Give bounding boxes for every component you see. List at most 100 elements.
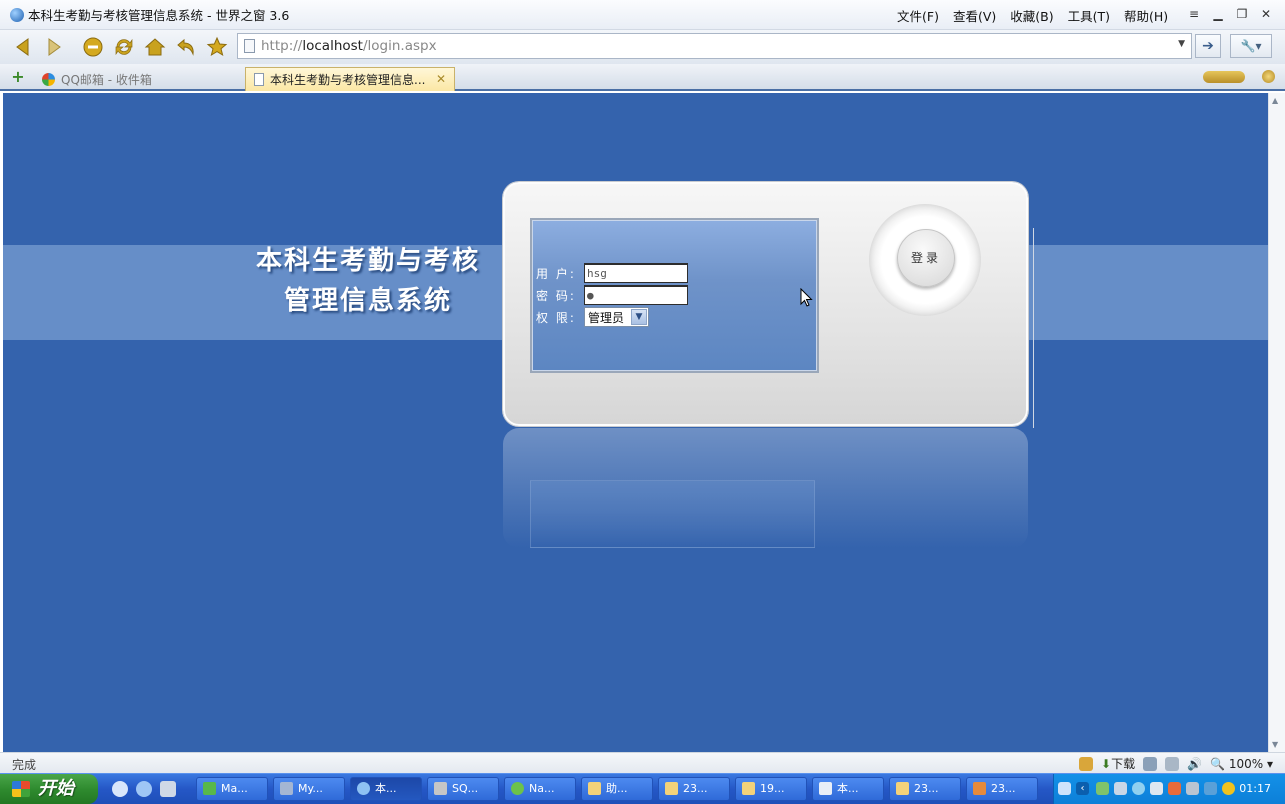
status-bar: 完成 ⬇下载 🔊 🔍 100% ▾ bbox=[0, 752, 1285, 773]
tray-app-icon[interactable] bbox=[1150, 782, 1163, 795]
tab-label: QQ邮箱 - 收件箱 bbox=[61, 72, 152, 87]
taskbar-item-2[interactable]: My... bbox=[273, 777, 345, 801]
tab-label: 本科生考勤与考核管理信息... bbox=[270, 73, 426, 87]
menu-bar: 文件(F) 查看(V) 收藏(B) 工具(T) 帮助(H) bbox=[897, 0, 1168, 30]
taskbar-item-10[interactable]: 23... bbox=[889, 777, 961, 801]
scroll-down-icon[interactable]: ▼ bbox=[1272, 740, 1278, 749]
clipboard-icon[interactable] bbox=[1143, 756, 1158, 771]
tray-app-icon[interactable] bbox=[1186, 782, 1199, 795]
menu-help[interactable]: 帮助(H) bbox=[1124, 6, 1168, 25]
minimize-icon[interactable]: ▁ bbox=[1211, 6, 1225, 22]
refresh-button[interactable] bbox=[113, 36, 135, 58]
menu-file[interactable]: 文件(F) bbox=[897, 6, 939, 25]
qq-icon[interactable] bbox=[1168, 782, 1181, 795]
system-title: 本科生考勤与考核 管理信息系统 bbox=[243, 241, 493, 321]
tray-plus-icon[interactable] bbox=[1222, 782, 1235, 795]
notes-icon[interactable] bbox=[1079, 756, 1094, 771]
keyboard-icon[interactable] bbox=[1058, 782, 1071, 795]
network-icon[interactable] bbox=[1096, 782, 1109, 795]
taskbar-item-11[interactable]: 23... bbox=[966, 777, 1038, 801]
menu-view[interactable]: 查看(V) bbox=[953, 6, 996, 25]
print-icon[interactable] bbox=[1165, 756, 1180, 771]
undo-close-button[interactable] bbox=[175, 36, 197, 58]
favorites-button[interactable] bbox=[206, 36, 228, 58]
tab-login-page[interactable]: 本科生考勤与考核管理信息... ✕ bbox=[245, 67, 455, 91]
undo-arrow-icon bbox=[177, 38, 194, 56]
status-text: 完成 bbox=[12, 758, 37, 772]
address-bar[interactable]: http://localhost/login.aspx ▼ bbox=[237, 33, 1192, 59]
download-button[interactable]: ⬇下载 bbox=[1101, 755, 1135, 772]
window-controls: ≡ ▁ ❐ ✕ bbox=[1187, 6, 1273, 22]
document-icon bbox=[819, 782, 832, 795]
quicklaunch-ie-icon[interactable] bbox=[112, 781, 128, 797]
tab-scroll-arrows-icon[interactable] bbox=[1203, 71, 1245, 83]
folder-icon bbox=[588, 782, 601, 795]
go-button[interactable]: ➔ bbox=[1195, 34, 1221, 58]
close-icon[interactable]: ✕ bbox=[1259, 6, 1273, 22]
tray-globe-icon[interactable] bbox=[1132, 782, 1145, 795]
zoom-control[interactable]: 🔍 100% ▾ bbox=[1210, 757, 1273, 771]
sound-icon[interactable]: 🔊 bbox=[1187, 757, 1202, 771]
browser-globe-icon bbox=[10, 7, 24, 22]
stop-button[interactable] bbox=[82, 36, 104, 58]
quicklaunch-app-icon[interactable] bbox=[160, 781, 176, 797]
user-label: 用 户: bbox=[536, 266, 576, 281]
chevron-down-icon[interactable]: ▼ bbox=[1178, 39, 1185, 49]
taskbar-item-7[interactable]: 23... bbox=[658, 777, 730, 801]
tab-qq-mail[interactable]: QQ邮箱 - 收件箱 bbox=[34, 67, 242, 91]
magnifier-icon: 🔍 bbox=[1210, 756, 1226, 771]
shield-icon[interactable] bbox=[1204, 782, 1217, 795]
taskbar-item-8[interactable]: 19... bbox=[735, 777, 807, 801]
login-button[interactable]: 登录 bbox=[897, 229, 955, 287]
password-label: 密 码: bbox=[536, 288, 576, 303]
tab-close-icon[interactable]: ✕ bbox=[436, 72, 446, 86]
menu-favorites[interactable]: 收藏(B) bbox=[1010, 6, 1053, 25]
chevron-down-icon[interactable]: ▼ bbox=[631, 309, 647, 325]
navigation-toolbar: http://localhost/login.aspx ▼ ➔ 🔧▾ bbox=[0, 30, 1285, 64]
password-row: 密 码: bbox=[536, 285, 688, 305]
folder-icon bbox=[896, 782, 909, 795]
divider-line bbox=[1033, 228, 1034, 428]
vertical-scrollbar[interactable]: ▲ ▼ bbox=[1268, 93, 1285, 752]
start-button[interactable]: 开始 bbox=[0, 774, 98, 804]
username-input[interactable] bbox=[584, 263, 688, 283]
taskbar-item-6[interactable]: 助... bbox=[581, 777, 653, 801]
taskbar-item-9[interactable]: 本... bbox=[812, 777, 884, 801]
page-icon bbox=[244, 39, 255, 53]
new-tab-plus-icon[interactable]: + bbox=[10, 69, 26, 85]
login-card: 用 户: 密 码: 权 限: 管理员 ▼ 登录 bbox=[503, 182, 1028, 426]
url-text[interactable]: http://localhost/login.aspx bbox=[261, 38, 437, 54]
login-card-reflection bbox=[503, 428, 1028, 548]
system-tray: ‹ 01:17 bbox=[1053, 774, 1285, 804]
quicklaunch-globe-icon[interactable] bbox=[136, 781, 152, 797]
restore-icon[interactable]: ❐ bbox=[1235, 6, 1249, 22]
clock: 01:17 bbox=[1239, 782, 1271, 795]
options-icon[interactable]: ≡ bbox=[1187, 6, 1201, 22]
star-icon bbox=[206, 36, 228, 57]
page-content: 本科生考勤与考核 管理信息系统 用 户: 密 码: 权 限: 管理员 ▼ bbox=[3, 93, 1268, 752]
tray-app-icon[interactable] bbox=[1114, 782, 1127, 795]
role-select[interactable]: 管理员 ▼ bbox=[584, 307, 649, 327]
taskbar: 开始 Ma... My... 本... SQ... Na... 助... 23.… bbox=[0, 773, 1285, 804]
app-icon bbox=[511, 782, 524, 795]
taskbar-item-3[interactable]: 本... bbox=[350, 777, 422, 801]
home-button[interactable] bbox=[144, 36, 166, 58]
app-icon bbox=[280, 782, 293, 795]
page-icon bbox=[254, 73, 264, 86]
back-button[interactable] bbox=[12, 36, 34, 58]
role-selected-value: 管理员 bbox=[588, 310, 625, 325]
taskbar-item-4[interactable]: SQ... bbox=[427, 777, 499, 801]
role-label: 权 限: bbox=[536, 310, 576, 325]
forward-arrow-icon bbox=[48, 38, 61, 56]
forward-button[interactable] bbox=[43, 36, 65, 58]
taskbar-item-5[interactable]: Na... bbox=[504, 777, 576, 801]
taskbar-item-1[interactable]: Ma... bbox=[196, 777, 268, 801]
system-title-line1: 本科生考勤与考核 bbox=[255, 246, 480, 276]
password-input[interactable] bbox=[584, 285, 688, 305]
menu-tools[interactable]: 工具(T) bbox=[1068, 6, 1110, 25]
tab-list-menu-icon[interactable] bbox=[1262, 70, 1275, 83]
tray-expand-icon[interactable]: ‹ bbox=[1076, 782, 1089, 795]
back-arrow-icon bbox=[16, 38, 29, 56]
scroll-up-icon[interactable]: ▲ bbox=[1272, 96, 1278, 105]
tools-menu-button[interactable]: 🔧▾ bbox=[1230, 34, 1272, 58]
